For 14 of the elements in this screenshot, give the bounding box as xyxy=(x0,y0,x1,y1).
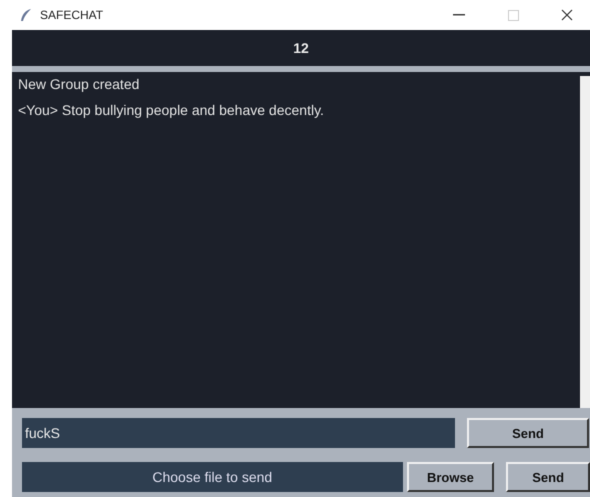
minimize-icon xyxy=(453,14,465,16)
chat-message: <You> Stop bullying people and behave decently. xyxy=(18,102,325,118)
close-icon xyxy=(561,9,573,21)
maximize-icon xyxy=(508,10,518,20)
send-button[interactable]: Send xyxy=(467,418,589,448)
window-title: SAFECHAT xyxy=(40,8,104,22)
file-label: Choose file to send xyxy=(22,462,403,492)
group-title: 12 xyxy=(293,40,309,56)
browse-button[interactable]: Browse xyxy=(406,462,494,492)
feather-icon xyxy=(20,8,32,22)
send-file-button[interactable]: Send xyxy=(506,462,590,492)
chat-message: New Group created xyxy=(18,76,140,92)
scrollbar[interactable] xyxy=(580,76,590,408)
message-input[interactable]: fuckS xyxy=(22,418,455,448)
